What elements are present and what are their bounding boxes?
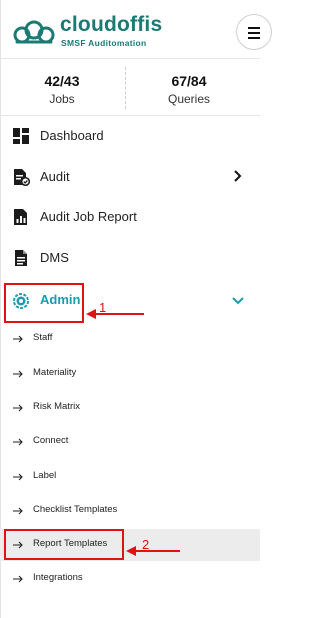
brand-name: cloudoffis bbox=[60, 13, 163, 36]
subitem-label-materiality: Materiality bbox=[33, 367, 77, 378]
annotation-box-admin bbox=[4, 283, 84, 323]
admin-subitem-integrations[interactable]: Integrations bbox=[0, 563, 260, 595]
admin-subitem-risk-matrix[interactable]: Risk Matrix bbox=[0, 392, 260, 424]
subitem-label-connect: Connect bbox=[33, 435, 69, 446]
audit-icon bbox=[14, 169, 30, 186]
nav-item-audit-job-report[interactable]: Audit Job Report bbox=[0, 197, 260, 237]
stats-separator bbox=[125, 67, 126, 109]
arrow-right-icon bbox=[13, 404, 23, 412]
chevron-right-icon[interactable] bbox=[231, 169, 245, 183]
arrow-right-icon bbox=[13, 438, 23, 446]
menu-icon bbox=[248, 27, 260, 29]
subitem-label-label: Label bbox=[33, 470, 57, 481]
arrow-right-icon bbox=[13, 473, 23, 481]
nav-item-audit[interactable]: Audit bbox=[0, 157, 260, 197]
nav-label-dashboard: Dashboard bbox=[40, 128, 104, 143]
subitem-label-staff: Staff bbox=[33, 332, 53, 343]
queries-label: Queries bbox=[167, 92, 211, 106]
arrow-right-icon bbox=[13, 507, 23, 515]
admin-subitem-staff[interactable]: Staff bbox=[0, 323, 260, 355]
queries-count: 67/84 bbox=[171, 73, 207, 89]
jobs-label: Jobs bbox=[49, 92, 75, 106]
arrow-right-icon bbox=[13, 370, 23, 378]
nav-label-audit-job-report: Audit Job Report bbox=[40, 209, 137, 224]
admin-subitem-checklist-templates[interactable]: Checklist Templates bbox=[0, 495, 260, 527]
dashboard-icon bbox=[13, 128, 29, 144]
subitem-label-risk-matrix: Risk Matrix bbox=[33, 401, 80, 412]
menu-toggle-button[interactable] bbox=[236, 14, 272, 50]
cloud-logo-icon bbox=[13, 20, 55, 44]
sidebar: cloudoffis SMSF Auditomation 42/43 Jobs … bbox=[0, 0, 272, 618]
nav-item-dms[interactable]: DMS bbox=[0, 238, 260, 278]
nav-item-dashboard[interactable]: Dashboard bbox=[0, 116, 260, 156]
annotation-box-report-templates bbox=[4, 529, 124, 560]
queries-stat[interactable]: 67/84 Queries bbox=[127, 72, 251, 107]
annotation-arrow-1 bbox=[86, 309, 144, 319]
admin-subitem-connect[interactable]: Connect bbox=[0, 426, 260, 458]
subitem-label-checklist-templates: Checklist Templates bbox=[33, 504, 118, 515]
arrow-right-icon bbox=[13, 575, 23, 583]
nav-label-audit: Audit bbox=[40, 169, 70, 184]
header-divider bbox=[0, 58, 260, 59]
arrow-right-icon bbox=[13, 335, 23, 343]
jobs-count: 42/43 bbox=[44, 73, 80, 89]
admin-subitem-materiality[interactable]: Materiality bbox=[0, 358, 260, 390]
subitem-label-integrations: Integrations bbox=[33, 572, 83, 583]
admin-subitem-label[interactable]: Label bbox=[0, 461, 260, 493]
brand-tagline: SMSF Auditomation bbox=[61, 38, 147, 48]
chevron-down-icon[interactable] bbox=[231, 294, 245, 308]
brand-logo[interactable]: cloudoffis SMSF Auditomation bbox=[12, 12, 212, 52]
nav-label-dms: DMS bbox=[40, 250, 69, 265]
jobs-stat[interactable]: 42/43 Jobs bbox=[0, 72, 124, 107]
annotation-arrow-2 bbox=[126, 546, 180, 556]
document-icon bbox=[15, 250, 27, 266]
report-icon bbox=[14, 209, 27, 225]
